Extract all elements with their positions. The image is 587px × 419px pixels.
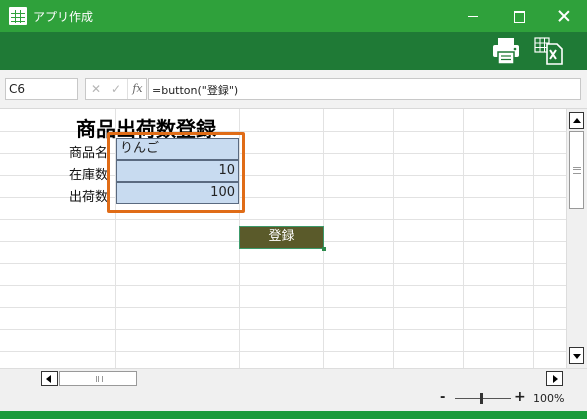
grid-line [0,329,566,330]
status-bar: - + 100% [0,387,587,411]
zoom-out-button[interactable]: - [440,390,445,405]
close-button[interactable] [541,0,587,32]
grid-line [0,263,566,264]
scroll-right-icon[interactable] [546,371,563,386]
vertical-scrollbar[interactable] [566,109,587,368]
grid-line [533,109,534,368]
toolbar [0,32,587,70]
title-bar: アプリ作成 [0,0,587,32]
excel-export-icon [534,37,563,65]
zoom-slider[interactable] [455,398,511,399]
printer-icon [493,38,519,65]
formula-bar: C6 ✕ ✓ fx =button("登録") [0,70,587,109]
function-icon[interactable]: fx [127,79,147,99]
horizontal-scrollbar-area [0,368,587,387]
vertical-scroll-thumb[interactable] [569,131,584,209]
register-button[interactable]: 登録 [239,226,326,251]
horizontal-scrollbar[interactable] [41,371,564,387]
spreadsheet-grid[interactable]: 商品出荷数登録 商品名 在庫数 出荷数 りんご 10 100 登録 [0,109,566,368]
zoom-slider-thumb[interactable] [480,393,483,404]
minimize-button[interactable] [450,0,496,32]
confirm-icon[interactable]: ✓ [106,79,126,99]
excel-export-button[interactable] [533,36,565,66]
spreadsheet-icon [9,7,27,25]
grid-line [393,109,394,368]
grid-line [0,351,566,352]
grid-line [0,307,566,308]
scroll-up-icon[interactable] [569,112,584,129]
window-title: アプリ作成 [33,10,94,24]
highlight-box [107,132,245,213]
horizontal-scroll-thumb[interactable] [59,371,137,386]
cancel-icon[interactable]: ✕ [86,79,106,99]
formula-input[interactable]: =button("登録") [148,78,581,100]
maximize-button[interactable] [496,0,542,32]
grid-line [0,219,566,220]
scroll-left-icon[interactable] [41,371,58,386]
name-box[interactable]: C6 [5,78,78,100]
grid-line [0,285,566,286]
formula-buttons: ✕ ✓ fx [85,78,147,100]
zoom-level: 100% [533,392,565,405]
bottom-accent-bar [0,411,587,419]
grid-line [463,109,464,368]
scroll-down-icon[interactable] [569,347,584,364]
print-button[interactable] [490,36,522,66]
zoom-in-button[interactable]: + [514,389,526,405]
